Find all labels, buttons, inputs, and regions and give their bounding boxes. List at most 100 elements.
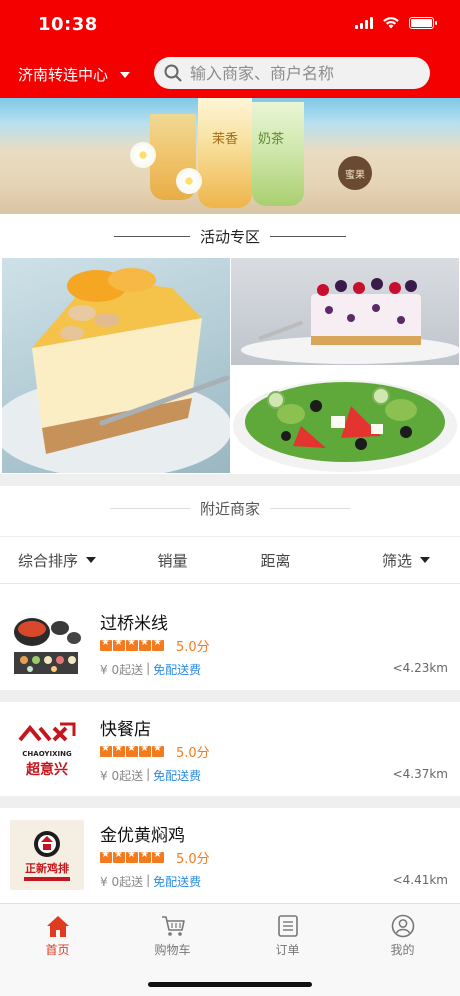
sort-sales[interactable]: 销量 — [121, 550, 224, 571]
merchant-rating: 5.0分 — [100, 742, 210, 761]
rating-stars — [100, 849, 164, 863]
merchant-score: 5.0分 — [176, 746, 210, 761]
star-icon — [113, 637, 125, 651]
status-time: 10:38 — [38, 14, 98, 35]
star-icon — [113, 849, 125, 863]
star-icon — [139, 743, 151, 757]
star-icon — [152, 849, 164, 863]
promo-banner[interactable]: 茉香 奶茶 蜜果 — [0, 98, 460, 214]
star-icon — [126, 849, 138, 863]
chevron-down-icon — [420, 557, 430, 563]
sort-comprehensive[interactable]: 综合排序 — [0, 550, 121, 571]
sort-label: 销量 — [157, 551, 188, 570]
home-icon — [46, 916, 69, 937]
divider — [270, 508, 350, 509]
salad-image — [233, 380, 457, 472]
star-icon — [100, 849, 112, 863]
cart-icon — [161, 916, 185, 936]
status-icons — [355, 16, 437, 29]
section-title: 活动专区 — [199, 228, 260, 246]
star-icon — [126, 743, 138, 757]
flower-decoration — [130, 142, 156, 168]
logo-text: 超意兴 — [25, 761, 68, 778]
logo-text: CHAOYIXING — [22, 750, 72, 758]
min-order: ¥ 0起送 — [100, 875, 144, 889]
wifi-icon — [383, 17, 399, 29]
tab-home[interactable]: 首页 — [0, 904, 115, 996]
nearby-section-heading: 附近商家 — [0, 498, 460, 519]
promo-tile-salad[interactable] — [231, 366, 459, 473]
merchant-item[interactable]: 正新鸡排 金优黄焖鸡 5.0分 ¥ 0起送 | 免配送费 <4.41km — [0, 808, 460, 900]
separator: | — [146, 661, 151, 675]
tab-label: 我的 — [390, 943, 415, 957]
banner-cup-label: 茉香 — [212, 132, 239, 147]
rating-stars — [100, 743, 164, 757]
logo-text: 正新鸡排 — [25, 861, 69, 875]
sort-label: 综合排序 — [18, 551, 79, 570]
star-icon — [100, 743, 112, 757]
city-selector[interactable]: 济南转连中心 — [18, 64, 131, 85]
merchant-logo: 正新鸡排 — [10, 820, 84, 890]
merchant-thumbnail — [10, 608, 84, 678]
banner-cup — [198, 98, 252, 208]
merchant-rating: 5.0分 — [100, 848, 210, 867]
chevron-down-icon — [86, 557, 97, 563]
delivery-info: ¥ 0起送 | 免配送费 — [100, 661, 201, 678]
divider — [270, 236, 346, 237]
merchant-distance: <4.41km — [392, 873, 448, 887]
merchant-distance: <4.37km — [392, 767, 448, 781]
cellular-signal-icon — [355, 16, 373, 29]
free-delivery: 免配送费 — [153, 663, 202, 677]
flower-decoration — [176, 168, 202, 194]
delivery-info: ¥ 0起送 | 免配送费 — [100, 767, 201, 784]
berry-cake-image — [241, 278, 459, 364]
merchant-logo: CHAOYIXING 超意兴 — [10, 714, 84, 784]
merchant-name: 快餐店 — [100, 720, 151, 740]
min-order: ¥ 0起送 — [100, 769, 144, 783]
sort-filter[interactable]: 筛选 — [327, 550, 460, 571]
star-icon — [113, 743, 125, 757]
merchant-name: 金优黄焖鸡 — [100, 826, 185, 846]
promo-tile-berry-cake[interactable] — [231, 258, 459, 365]
sort-distance[interactable]: 距离 — [224, 550, 327, 571]
separator: | — [146, 767, 151, 781]
delivery-info: ¥ 0起送 | 免配送费 — [100, 873, 201, 890]
tab-label: 首页 — [45, 943, 70, 957]
merchant-item[interactable]: CHAOYIXING 超意兴 快餐店 5.0分 ¥ 0起送 | 免配送费 <4.… — [0, 702, 460, 794]
search-icon — [164, 64, 182, 82]
merchant-distance: <4.23km — [392, 661, 448, 675]
chevron-down-icon — [120, 71, 131, 78]
banner-cup — [252, 102, 304, 206]
merchant-item[interactable]: 过桥米线 5.0分 ¥ 0起送 | 免配送费 <4.23km — [0, 596, 460, 688]
separator: | — [146, 873, 151, 887]
cheesecake-image — [2, 268, 230, 473]
rating-stars — [100, 637, 164, 651]
sort-bar: 综合排序 销量 距离 筛选 — [0, 536, 460, 584]
banner-cup-label: 奶茶 — [258, 132, 285, 147]
merchant-rating: 5.0分 — [100, 636, 210, 655]
section-title: 附近商家 — [199, 500, 260, 518]
star-icon — [152, 743, 164, 757]
free-delivery: 免配送费 — [153, 875, 202, 889]
min-order: ¥ 0起送 — [100, 663, 144, 677]
search-input[interactable] — [190, 63, 410, 83]
row-divider — [0, 796, 460, 808]
star-icon — [126, 637, 138, 651]
star-icon — [152, 637, 164, 651]
profile-icon — [391, 914, 414, 938]
activity-section-heading: 活动专区 — [0, 226, 460, 247]
promo-tile-cheesecake[interactable] — [2, 258, 230, 473]
star-icon — [139, 637, 151, 651]
star-icon — [100, 637, 112, 651]
promo-grid — [0, 258, 460, 474]
tab-label: 订单 — [275, 943, 300, 957]
city-label: 济南转连中心 — [18, 66, 109, 84]
tab-profile[interactable]: 我的 — [345, 904, 460, 996]
merchant-score: 5.0分 — [176, 640, 210, 655]
free-delivery: 免配送费 — [153, 769, 202, 783]
tab-label: 购物车 — [154, 943, 191, 957]
home-indicator — [148, 982, 312, 987]
app-header: 10:38 济南转连中心 — [0, 0, 460, 98]
search-bar[interactable] — [154, 57, 430, 89]
sort-label: 距离 — [260, 551, 291, 570]
